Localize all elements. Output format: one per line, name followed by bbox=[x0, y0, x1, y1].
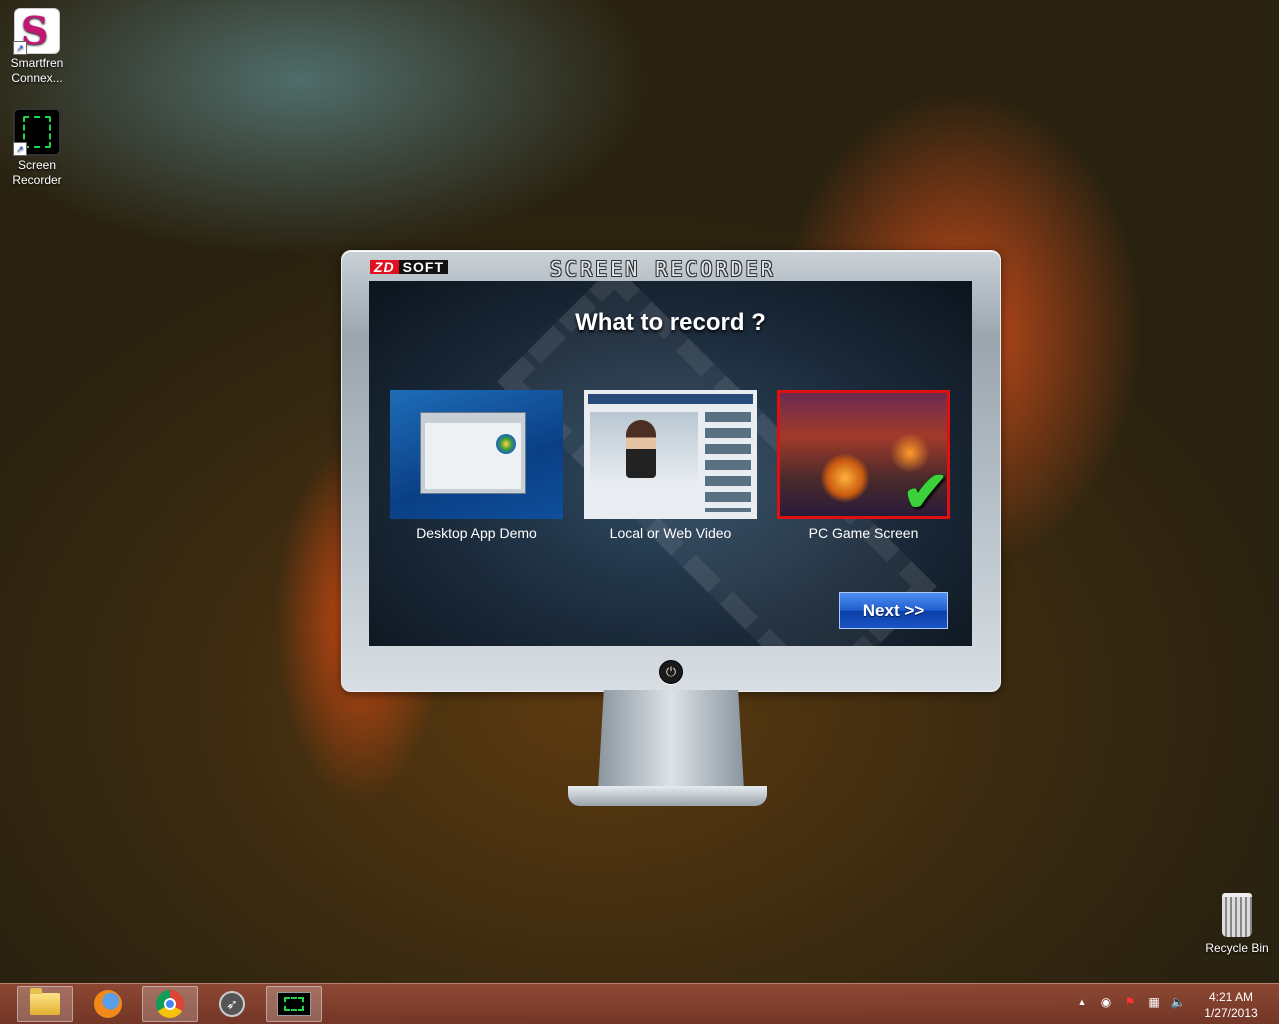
desktop-app-demo-thumbnail[interactable] bbox=[390, 390, 563, 519]
screen-recorder-icon: ↗ bbox=[13, 108, 61, 156]
local-or-web-video-thumbnail[interactable] bbox=[584, 390, 757, 519]
option-label: Desktop App Demo bbox=[416, 525, 537, 541]
app-screen: What to record ? Desktop App Demo Local … bbox=[369, 281, 972, 646]
folder-icon bbox=[30, 988, 60, 1015]
action-center-flag-icon[interactable]: ⚑ bbox=[1122, 994, 1138, 1010]
clock-date: 1/27/2013 bbox=[1204, 1006, 1258, 1020]
clock-time: 4:21 AM bbox=[1208, 990, 1254, 1004]
power-icon[interactable]: ⏻ bbox=[659, 660, 683, 684]
taskbar-chrome[interactable] bbox=[142, 986, 198, 1022]
option-pc-game-screen[interactable]: ✔ PC Game Screen bbox=[777, 390, 950, 541]
desktop-icon-screen-recorder[interactable]: ↗ Screen Recorder bbox=[5, 108, 69, 188]
recycle-bin-icon bbox=[1222, 893, 1252, 937]
checkmark-icon: ✔ bbox=[902, 460, 949, 519]
shortcut-arrow-icon: ↗ bbox=[13, 41, 27, 55]
option-desktop-app-demo[interactable]: Desktop App Demo bbox=[390, 390, 563, 541]
tray-app-icon[interactable]: ◉ bbox=[1098, 994, 1114, 1010]
desktop-icon-smartfren[interactable]: S ↗ Smartfren Connex... bbox=[5, 8, 69, 86]
rocket-icon: ➶ bbox=[219, 991, 245, 1017]
screen-recorder-window: ZD SOFT SCREEN RECORDER What to record ? … bbox=[341, 250, 1001, 692]
desktop-icon-label: Recycle Bin bbox=[1205, 941, 1269, 955]
screen-recorder-icon bbox=[277, 992, 311, 1016]
taskbar-screen-recorder[interactable] bbox=[266, 986, 322, 1022]
monitor-stand-base bbox=[568, 786, 767, 806]
app-title: SCREEN RECORDER bbox=[550, 257, 776, 281]
network-icon[interactable]: ▦ bbox=[1146, 994, 1162, 1010]
option-label: PC Game Screen bbox=[808, 525, 919, 541]
next-button[interactable]: Next >> bbox=[839, 592, 948, 629]
shortcut-arrow-icon: ↗ bbox=[13, 142, 27, 156]
desktop-icon-recycle-bin[interactable]: Recycle Bin bbox=[1200, 893, 1274, 955]
page-title: What to record ? bbox=[575, 309, 766, 336]
monitor-stand-neck bbox=[598, 690, 744, 790]
option-local-or-web-video[interactable]: Local or Web Video bbox=[584, 390, 757, 541]
show-hidden-icons-chevron-icon[interactable]: ▲ bbox=[1074, 994, 1090, 1010]
chrome-icon bbox=[156, 990, 184, 1018]
smartfren-icon: S ↗ bbox=[13, 8, 60, 55]
taskbar-clock[interactable]: 4:21 AM 1/27/2013 bbox=[1196, 989, 1266, 1021]
desktop-icon-label: Screen Recorder bbox=[12, 158, 62, 187]
zdsoft-logo: ZD SOFT bbox=[370, 260, 449, 274]
pc-game-screen-thumbnail[interactable]: ✔ bbox=[777, 390, 950, 519]
taskbar: ➶ ▲ ◉ ⚑ ▦ 🔈 4:21 AM 1/27/2013 bbox=[0, 983, 1279, 1024]
system-tray: ▲ ◉ ⚑ ▦ 🔈 bbox=[1074, 994, 1186, 1010]
taskbar-firefox[interactable] bbox=[80, 986, 136, 1022]
volume-icon[interactable]: 🔈 bbox=[1170, 994, 1186, 1010]
desktop-icon-label: Smartfren Connex... bbox=[10, 56, 64, 85]
taskbar-file-explorer[interactable] bbox=[17, 986, 73, 1022]
firefox-icon bbox=[94, 990, 122, 1018]
taskbar-rocket[interactable]: ➶ bbox=[204, 986, 260, 1022]
option-label: Local or Web Video bbox=[609, 525, 732, 541]
